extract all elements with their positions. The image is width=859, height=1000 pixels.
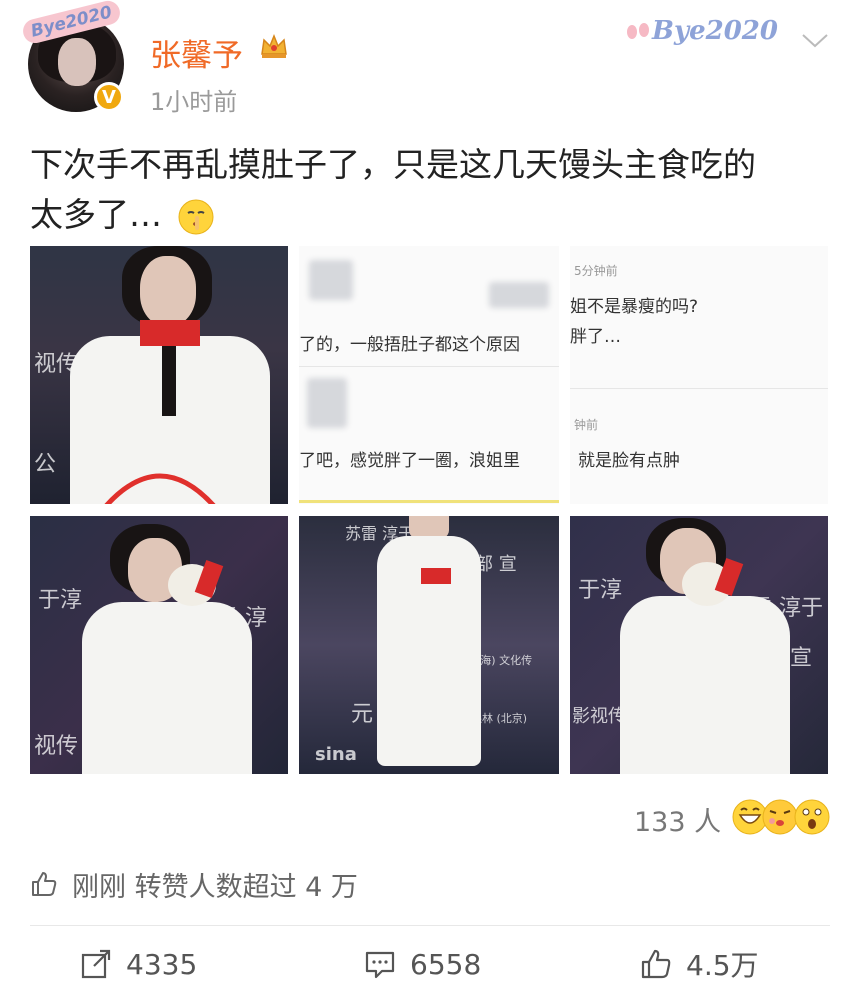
- comment-time: 钟前: [574, 418, 599, 432]
- background-text: 于淳: [38, 588, 83, 613]
- repost-notice-text: 刚刚 转赞人数超过 4 万: [72, 871, 358, 903]
- post-image-1[interactable]: 视传 公: [30, 246, 288, 504]
- comment-text: 就是脸有点肿: [578, 451, 680, 471]
- comment-text: 了的，一般捂肚子都这个原因: [299, 335, 520, 355]
- repost-icon: [81, 949, 111, 979]
- kissing-emoji-icon: [762, 799, 798, 835]
- comment-text: 姐不是暴瘦的吗?: [570, 297, 699, 317]
- post-image-4[interactable]: 于淳 雷 淳 部 视传: [30, 516, 288, 774]
- post-text: 下次手不再乱摸肚子了，只是这几天馒头主食吃的 太多了…: [30, 140, 820, 240]
- red-circle-annotation: [104, 473, 216, 504]
- grinning-emoji-icon: [732, 799, 768, 835]
- background-text: 部 宣: [475, 554, 517, 575]
- footprints-icon: [627, 23, 649, 39]
- comment-text: 胖了…: [570, 327, 621, 347]
- post-timestamp: 1小时前: [150, 88, 238, 116]
- reaction-emojis[interactable]: [732, 797, 832, 837]
- post-text-line1: 下次手不再乱摸肚子了，只是这几天馒头主食吃的: [30, 145, 756, 184]
- decoration-badge-text: Bye2020: [652, 16, 778, 46]
- author-avatar[interactable]: Bye2020 V: [20, 0, 126, 114]
- background-text: 影视传: [572, 706, 626, 727]
- decoration-badge: Bye2020: [624, 14, 778, 50]
- background-text: 宣: [790, 646, 813, 671]
- background-text: 公: [34, 452, 57, 477]
- astonished-emoji-icon: [794, 799, 830, 835]
- post-image-6[interactable]: 于淳 雷 淳于 宣 影视传: [570, 516, 828, 774]
- repost-button[interactable]: 4335: [80, 944, 197, 984]
- comment-text: 了吧，感觉胖了一圈，浪姐里: [299, 451, 520, 471]
- crown-icon: [261, 33, 287, 58]
- like-icon: [641, 949, 671, 979]
- post-image-5[interactable]: 苏雷 淳于珊 部 宣 (上海) 文化传 元 sina 元气森林 (北京): [299, 516, 559, 774]
- comment-count: 6558: [410, 947, 482, 981]
- author-name[interactable]: 张馨予: [150, 30, 243, 75]
- reaction-count[interactable]: 133 人: [634, 800, 721, 839]
- like-button[interactable]: 4.5万: [640, 944, 759, 984]
- background-text: sina: [315, 744, 357, 765]
- comment-time: 5分钟前: [574, 264, 618, 278]
- like-count: 4.5万: [686, 949, 759, 982]
- comment-button[interactable]: 6558: [364, 944, 481, 984]
- comment-icon: [365, 951, 395, 979]
- post-image-3[interactable]: 5分钟前 姐不是暴瘦的吗? 胖了… 钟前 就是脸有点肿: [570, 246, 828, 504]
- chevron-down-icon[interactable]: [800, 30, 830, 50]
- divider: [30, 925, 830, 926]
- post-image-2[interactable]: 了的，一般捂肚子都这个原因 了吧，感觉胖了一圈，浪姐里: [299, 246, 559, 504]
- repost-notice: 刚刚 转赞人数超过 4 万: [30, 864, 358, 904]
- background-text: 于淳: [578, 578, 623, 603]
- repost-count: 4335: [126, 947, 198, 981]
- background-text: 元: [351, 702, 374, 727]
- shushing-face-emoji: [178, 199, 213, 234]
- post-text-line2: 太多了…: [30, 195, 162, 234]
- thumbs-up-icon: [32, 872, 57, 896]
- background-text: 视传: [34, 734, 79, 759]
- verified-badge-icon: V: [94, 82, 124, 112]
